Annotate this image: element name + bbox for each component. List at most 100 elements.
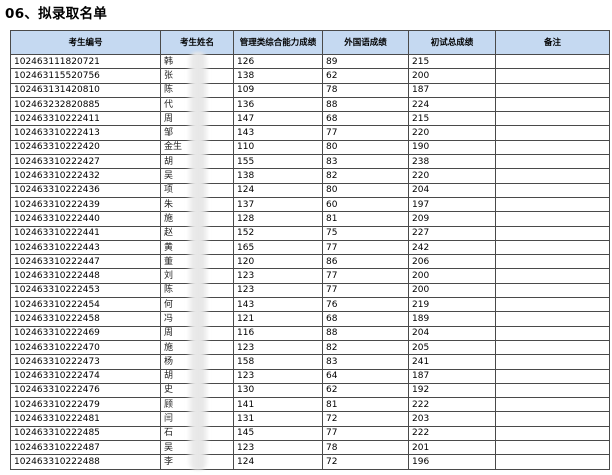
management-score-cell: 131 <box>233 411 323 427</box>
remarks-cell <box>495 339 610 356</box>
management-score-cell: 126 <box>233 53 323 70</box>
remarks-cell <box>495 297 610 313</box>
table-row: 102463310222443 黄 165 77 242 <box>10 239 610 256</box>
remarks-cell <box>495 111 610 127</box>
management-score-cell: 123 <box>233 368 323 384</box>
table-row: 102463310222453 陈 123 77 200 <box>10 282 610 299</box>
language-score-cell: 60 <box>322 196 409 213</box>
total-score-cell: 200 <box>408 282 496 299</box>
management-score-cell: 123 <box>233 440 323 456</box>
table-row: 102463111820721 韩 126 89 215 <box>10 53 610 70</box>
management-score-cell: 130 <box>233 382 323 399</box>
candidate-id-cell: 102463310222470 <box>10 339 161 356</box>
total-score-cell: 222 <box>408 397 496 413</box>
remarks-cell <box>495 440 610 456</box>
table-row: 102463310222474 胡 123 64 187 <box>10 368 610 384</box>
language-score-cell: 88 <box>322 325 409 341</box>
management-score-cell: 124 <box>233 454 323 470</box>
language-score-cell: 83 <box>322 154 409 170</box>
table-row: 102463115520756 张 138 62 200 <box>10 68 610 84</box>
language-score-cell: 77 <box>322 239 409 256</box>
table-header-row: 考生编号 考生姓名 管理类综合能力成绩 外国语成绩 初试总成绩 备注 <box>10 30 610 55</box>
candidate-id-cell: 102463310222479 <box>10 397 161 413</box>
table-row: 102463310222470 施 123 82 205 <box>10 339 610 356</box>
language-score-cell: 81 <box>322 397 409 413</box>
total-score-cell: 187 <box>408 82 496 98</box>
candidate-id-cell: 102463310222411 <box>10 111 161 127</box>
language-score-cell: 62 <box>322 68 409 84</box>
table-row: 102463131420810 陈 109 78 187 <box>10 82 610 98</box>
candidate-id-cell: 102463232820885 <box>10 96 161 113</box>
language-score-cell: 64 <box>322 368 409 384</box>
table-row: 102463310222473 杨 158 83 241 <box>10 354 610 370</box>
language-score-cell: 77 <box>322 268 409 284</box>
language-score-cell: 82 <box>322 168 409 184</box>
language-score-cell: 68 <box>322 311 409 327</box>
language-score-cell: 86 <box>322 254 409 270</box>
candidate-id-cell: 102463310222441 <box>10 225 161 241</box>
total-score-cell: 189 <box>408 311 496 327</box>
total-score-cell: 203 <box>408 411 496 427</box>
table-row: 102463310222485 石 145 77 222 <box>10 425 610 442</box>
table-row: 102463310222413 邹 143 77 220 <box>10 125 610 141</box>
management-score-cell: 143 <box>233 125 323 141</box>
table-row: 102463310222447 董 120 86 206 <box>10 254 610 270</box>
candidate-id-cell: 102463310222454 <box>10 297 161 313</box>
candidate-id-cell: 102463310222487 <box>10 440 161 456</box>
candidate-id-cell: 102463131420810 <box>10 82 161 98</box>
remarks-cell <box>495 282 610 299</box>
remarks-cell <box>495 125 610 141</box>
candidate-id-cell: 102463310222474 <box>10 368 161 384</box>
table-row: 102463310222439 朱 137 60 197 <box>10 196 610 213</box>
management-score-cell: 123 <box>233 268 323 284</box>
candidate-id-cell: 102463310222469 <box>10 325 161 341</box>
management-score-cell: 120 <box>233 254 323 270</box>
language-score-cell: 78 <box>322 82 409 98</box>
header-candidate-name: 考生姓名 <box>160 30 234 55</box>
total-score-cell: 220 <box>408 125 496 141</box>
name-redaction-blur <box>188 52 208 470</box>
candidate-id-cell: 102463310222413 <box>10 125 161 141</box>
remarks-cell <box>495 454 610 470</box>
remarks-cell <box>495 53 610 70</box>
management-score-cell: 124 <box>233 182 323 198</box>
language-score-cell: 62 <box>322 382 409 399</box>
language-score-cell: 82 <box>322 339 409 356</box>
table-row: 102463310222458 冯 121 68 189 <box>10 311 610 327</box>
total-score-cell: 187 <box>408 368 496 384</box>
total-score-cell: 200 <box>408 68 496 84</box>
page-title: 06、拟录取名单 <box>5 6 108 22</box>
management-score-cell: 109 <box>233 82 323 98</box>
candidate-id-cell: 102463310222481 <box>10 411 161 427</box>
total-score-cell: 224 <box>408 96 496 113</box>
total-score-cell: 215 <box>408 53 496 70</box>
header-candidate-id: 考生编号 <box>10 30 161 55</box>
remarks-cell <box>495 196 610 213</box>
language-score-cell: 80 <box>322 139 409 156</box>
language-score-cell: 77 <box>322 125 409 141</box>
table-row: 102463310222411 周 147 68 215 <box>10 111 610 127</box>
total-score-cell: 204 <box>408 182 496 198</box>
management-score-cell: 123 <box>233 282 323 299</box>
table-row: 102463310222440 施 128 81 209 <box>10 211 610 227</box>
total-score-cell: 192 <box>408 382 496 399</box>
remarks-cell <box>495 225 610 241</box>
remarks-cell <box>495 239 610 256</box>
total-score-cell: 215 <box>408 111 496 127</box>
management-score-cell: 141 <box>233 397 323 413</box>
total-score-cell: 200 <box>408 268 496 284</box>
table-row: 102463310222441 赵 152 75 227 <box>10 225 610 241</box>
remarks-cell <box>495 168 610 184</box>
candidate-id-cell: 102463310222488 <box>10 454 161 470</box>
management-score-cell: 155 <box>233 154 323 170</box>
header-total-score: 初试总成绩 <box>408 30 496 55</box>
management-score-cell: 123 <box>233 339 323 356</box>
candidate-id-cell: 102463310222473 <box>10 354 161 370</box>
management-score-cell: 147 <box>233 111 323 127</box>
candidate-id-cell: 102463310222485 <box>10 425 161 442</box>
total-score-cell: 196 <box>408 454 496 470</box>
language-score-cell: 76 <box>322 297 409 313</box>
language-score-cell: 78 <box>322 440 409 456</box>
total-score-cell: 242 <box>408 239 496 256</box>
candidate-id-cell: 102463310222440 <box>10 211 161 227</box>
